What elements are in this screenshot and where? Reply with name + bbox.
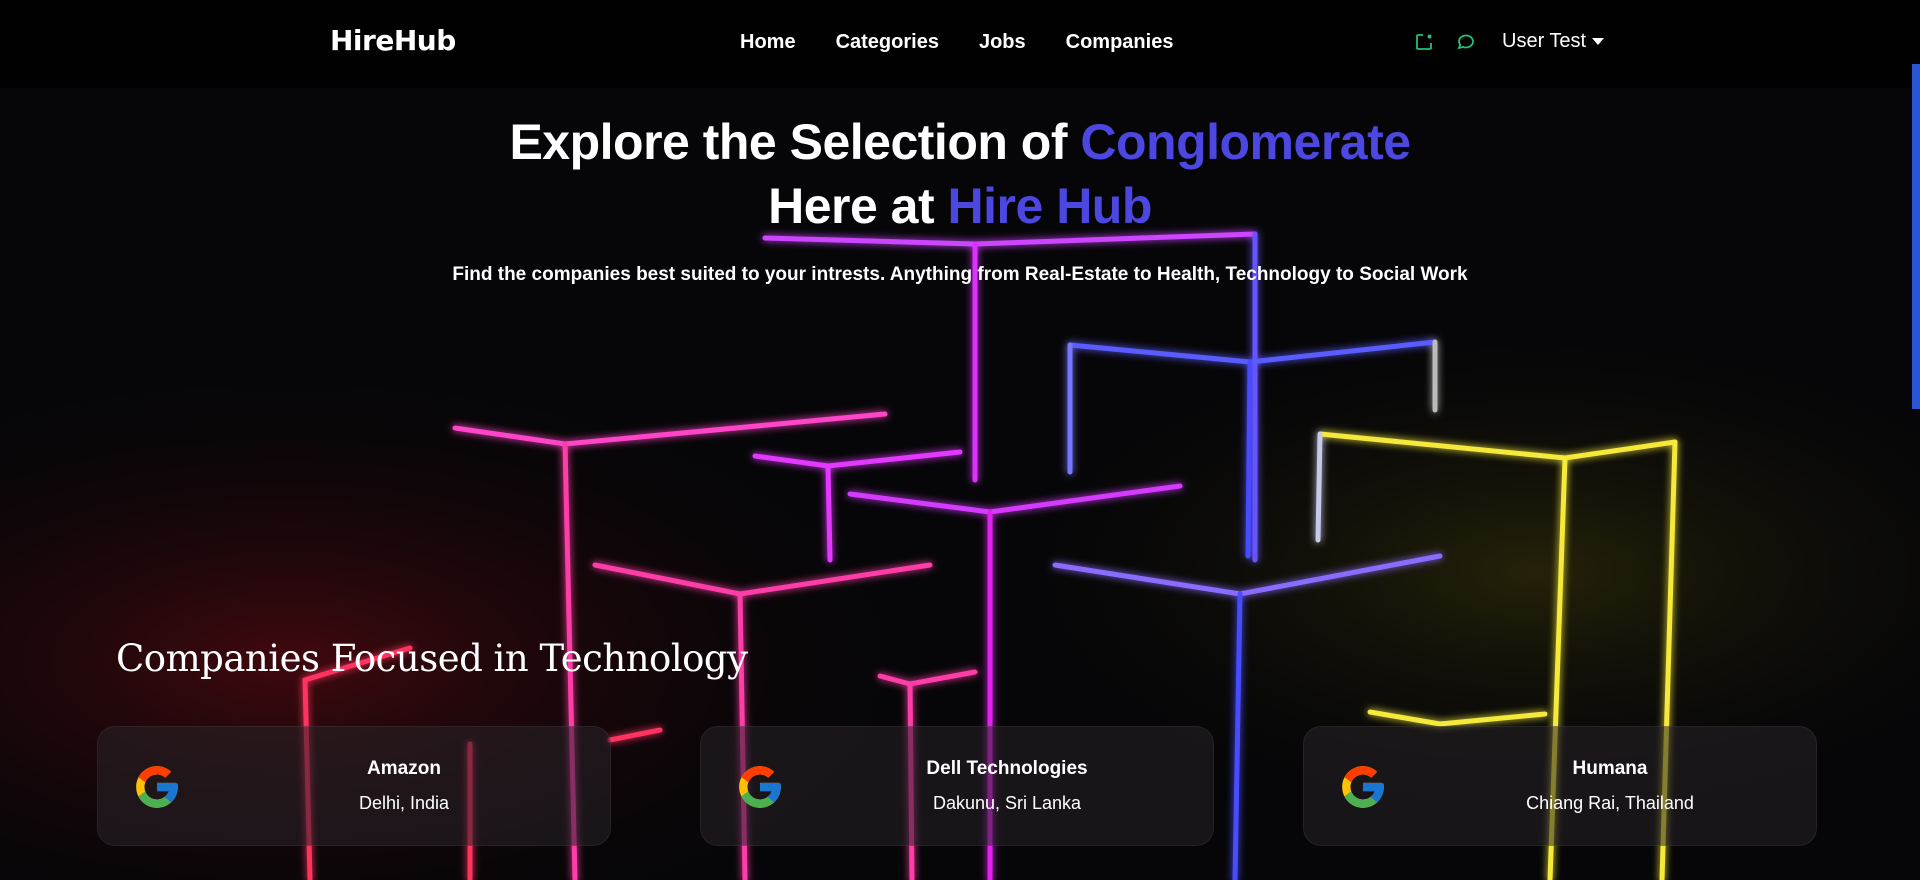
hero-title-line1-accent: Conglomerate (1080, 114, 1411, 170)
user-name: User Test (1502, 30, 1587, 52)
company-name: Humana (1572, 758, 1648, 779)
company-card-humana[interactable]: Humana Chiang Rai, Thailand (1303, 726, 1817, 846)
company-name: Dell Technologies (926, 758, 1088, 779)
hero-subtitle: Find the companies best suited to your i… (452, 264, 1468, 285)
company-card-amazon[interactable]: Amazon Delhi, India (97, 726, 611, 846)
google-logo-icon (739, 766, 781, 808)
brand-logo[interactable]: HireHub (330, 24, 456, 57)
scrollbar-thumb[interactable] (1912, 64, 1920, 409)
nav-home-link[interactable]: Home (740, 31, 796, 54)
nav-categories-link[interactable]: Categories (836, 31, 939, 54)
company-location: Chiang Rai, Thailand (1526, 793, 1694, 813)
google-logo-icon (1342, 766, 1384, 808)
company-card-dell[interactable]: Dell Technologies Dakunu, Sri Lanka (700, 726, 1214, 846)
section-title: Companies Focused in Technology (116, 637, 748, 680)
user-menu-dropdown[interactable]: User Test (1502, 30, 1605, 53)
nav-links: Home Categories Jobs Companies (740, 31, 1173, 54)
hero-title-line1-prefix: Explore the Selection of (509, 114, 1081, 170)
company-name: Amazon (367, 758, 441, 779)
notification-icon[interactable] (1414, 32, 1434, 52)
nav-icons (1414, 32, 1476, 52)
chat-icon[interactable] (1456, 32, 1476, 52)
navbar: HireHub Home Categories Jobs Companies U… (0, 0, 1920, 88)
nav-companies-link[interactable]: Companies (1066, 31, 1174, 54)
nav-jobs-link[interactable]: Jobs (979, 31, 1026, 54)
company-location: Dakunu, Sri Lanka (932, 793, 1082, 813)
caret-down-icon (1592, 38, 1605, 45)
google-logo-icon (136, 766, 178, 808)
hero-section: Explore the Selection of Conglomerate He… (0, 110, 1920, 286)
hero-title: Explore the Selection of Conglomerate He… (0, 110, 1920, 238)
hero-title-line2-accent: Hire Hub (947, 178, 1153, 234)
hero-title-line2-prefix: Here at (768, 178, 948, 234)
company-location: Delhi, India (358, 793, 450, 813)
